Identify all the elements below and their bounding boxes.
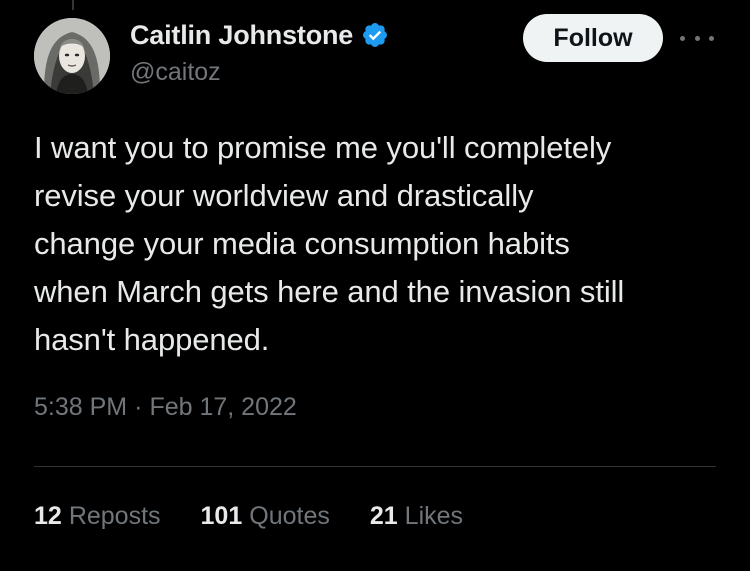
reposts-stat[interactable]: 12 Reposts [34,502,161,531]
avatar[interactable] [34,18,110,94]
name-row: Caitlin Johnstone [130,16,389,54]
tweet-line: I want you to promise me you'll complete… [34,130,612,165]
author-display-name[interactable]: Caitlin Johnstone [130,20,353,51]
reposts-count: 12 [34,502,62,530]
thread-connector-line [72,0,74,10]
divider [34,466,716,467]
quotes-count: 101 [200,502,243,530]
dot-icon [694,35,700,41]
dot-icon [709,35,714,41]
tweet-timestamp[interactable]: 5:38 PM · Feb 17, 2022 [34,393,297,422]
tweet-time: 5:38 PM [34,393,128,421]
tweet-date: Feb 17, 2022 [149,393,297,421]
likes-stat[interactable]: 21 Likes [370,502,463,531]
avatar-portrait-icon [34,18,110,94]
engagement-stats: 12 Reposts 101 Quotes 21 Likes [34,502,503,531]
tweet-line: revise your worldview and drastically [34,178,534,213]
author-handle[interactable]: @caitoz [130,58,389,87]
tweet-line: hasn't happened. [34,322,270,357]
follow-button[interactable]: Follow [523,14,663,62]
meta-separator: · [134,393,143,421]
more-options-icon[interactable] [680,28,714,48]
reposts-label: Reposts [68,502,161,530]
quotes-label: Quotes [249,502,330,530]
dot-icon [680,35,685,41]
tweet-line: when March gets here and the invasion st… [34,274,625,309]
tweet-line: change your media consumption habits [34,226,570,261]
likes-count: 21 [369,502,398,530]
author-block: Caitlin Johnstone @caitoz [130,16,389,87]
tweet-text: I want you to promise me you'll complete… [34,124,724,364]
verified-badge-icon[interactable] [361,21,389,49]
quotes-stat[interactable]: 101 Quotes [201,502,330,531]
likes-label: Likes [404,502,464,530]
